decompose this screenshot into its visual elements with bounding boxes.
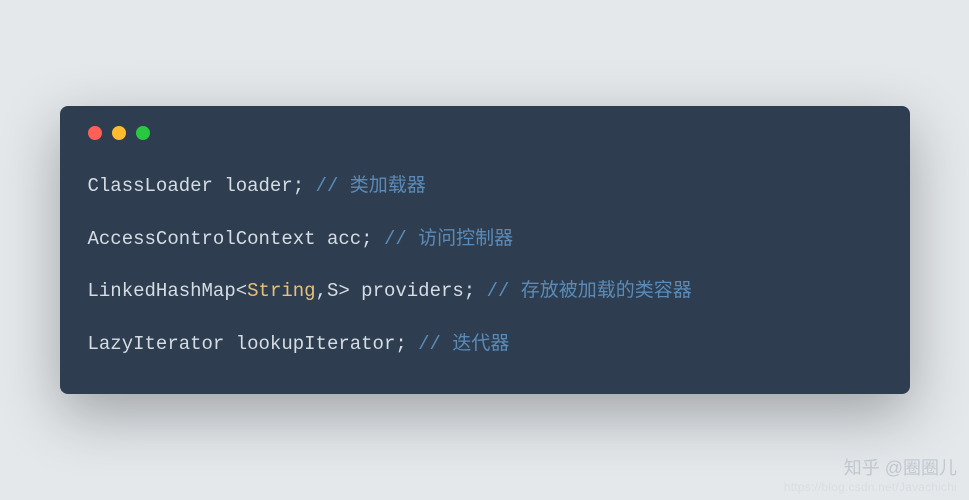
watermark-url: https://blog.csdn.net/Javachichi xyxy=(784,480,957,494)
code-text: LazyIterator lookupIterator; xyxy=(88,333,419,355)
maximize-icon xyxy=(136,126,150,140)
code-comment: // 存放被加载的类容器 xyxy=(487,280,692,302)
minimize-icon xyxy=(112,126,126,140)
code-comment: // 迭代器 xyxy=(418,333,509,355)
watermark-brand: 知乎 @圈圈儿 xyxy=(784,454,957,480)
code-line: LinkedHashMap<String,S> providers; // 存放… xyxy=(88,277,882,306)
code-text: LinkedHashMap< xyxy=(88,280,248,302)
code-line: AccessControlContext acc; // 访问控制器 xyxy=(88,225,882,254)
code-text: AccessControlContext acc; xyxy=(88,228,384,250)
code-window: ClassLoader loader; // 类加载器 AccessContro… xyxy=(60,106,910,394)
code-line: LazyIterator lookupIterator; // 迭代器 xyxy=(88,330,882,359)
code-line: ClassLoader loader; // 类加载器 xyxy=(88,172,882,201)
code-text: ,S> providers; xyxy=(316,280,487,302)
code-comment: // 类加载器 xyxy=(316,175,426,197)
code-type: String xyxy=(247,280,315,302)
code-text: ClassLoader loader; xyxy=(88,175,316,197)
code-comment: // 访问控制器 xyxy=(384,228,513,250)
traffic-lights xyxy=(88,126,882,140)
watermark: 知乎 @圈圈儿 https://blog.csdn.net/Javachichi xyxy=(784,454,957,494)
close-icon xyxy=(88,126,102,140)
